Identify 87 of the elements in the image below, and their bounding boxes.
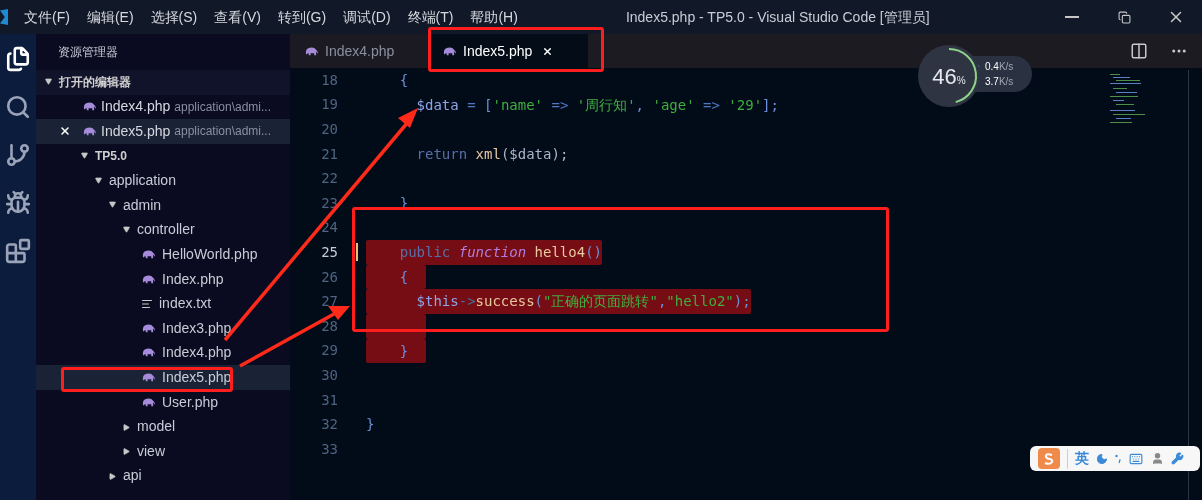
split-editor-icon[interactable] [1130, 42, 1148, 60]
elephant-icon [141, 248, 156, 260]
line-number: 26 [320, 267, 338, 287]
elephant-icon [141, 347, 156, 359]
git-icon[interactable] [5, 142, 31, 168]
line-number: 33 [320, 439, 338, 459]
elephant-icon [141, 371, 156, 383]
folder-item[interactable]: api [36, 463, 290, 489]
files-icon[interactable] [5, 46, 31, 72]
line-number: 19 [320, 95, 338, 115]
line-number: 20 [320, 120, 338, 139]
file-item[interactable]: index.txt [36, 291, 290, 316]
file-item[interactable]: Index.php [36, 266, 290, 292]
menu-item[interactable]: 查看(V) [214, 6, 261, 28]
folder-item[interactable]: TP5.0 [36, 143, 290, 169]
search-icon[interactable] [5, 94, 31, 120]
section-header[interactable]: 打开的编辑器 [36, 70, 290, 95]
file-name: Index4.php [101, 97, 171, 117]
app-logo [0, 8, 8, 26]
user-icon[interactable] [1151, 452, 1164, 465]
menu-item[interactable]: 终端(T) [407, 6, 454, 28]
menu-item[interactable]: 帮助(H) [470, 6, 518, 28]
file-item[interactable]: User.php [36, 389, 290, 415]
close-icon[interactable] [59, 125, 71, 138]
file-path: application\admi... [174, 98, 272, 116]
text-file-icon [141, 297, 153, 310]
selected-code: public function hello4() [366, 240, 603, 265]
open-editor-item[interactable]: Index5.php application\admi... [36, 119, 290, 144]
menu-item[interactable]: 调试(D) [343, 6, 391, 28]
elephant-icon [304, 45, 319, 57]
elephant-icon [82, 126, 97, 137]
upload-speed: 0.4 [985, 60, 999, 74]
punctuation-icon[interactable] [1115, 453, 1121, 464]
line-number: 31 [320, 390, 338, 410]
file-path: application\admi... [174, 123, 272, 141]
keyboard-icon[interactable] [1128, 451, 1144, 466]
window-title: Index5.php - TP5.0 - Visual Studio Code [管理员] [625, 7, 930, 27]
code-line: $data = ['name' => '周行知', 'age' => '29']; [415, 95, 779, 115]
elephant-icon [141, 273, 156, 285]
text-cursor [356, 243, 358, 262]
line-number: 18 [320, 70, 338, 90]
folder-item[interactable]: controller [36, 217, 290, 243]
download-speed: 3.7 [985, 75, 999, 89]
line-number: 22 [320, 169, 338, 189]
elephant-icon [141, 322, 156, 334]
speed-unit: K/s [998, 60, 1014, 74]
code-line: return xml($data); [415, 144, 569, 164]
elephant-icon [442, 45, 457, 57]
line-number: 25 [320, 242, 338, 262]
debug-icon[interactable] [5, 190, 31, 216]
usage-percent: 46 [932, 62, 957, 91]
minimize-icon [1065, 16, 1079, 18]
menu-item[interactable]: 选择(S) [150, 6, 198, 28]
elephant-icon [141, 396, 156, 408]
sidebar-title: 资源管理器 [58, 44, 118, 61]
file-item[interactable]: Index3.php [36, 315, 290, 341]
folder-item[interactable]: application [36, 168, 290, 193]
menu-item[interactable]: 编辑(E) [86, 6, 134, 28]
selected-code: } [366, 338, 426, 364]
line-number: 30 [320, 365, 338, 385]
folder-item[interactable]: model [36, 414, 290, 439]
selected-code: $this->success("正确的页面跳转","hello2"); [366, 289, 751, 314]
speed-unit: K/s [998, 75, 1014, 89]
file-item[interactable]: Index4.php [36, 340, 290, 366]
elephant-icon [82, 101, 97, 113]
folder-item[interactable]: view [36, 438, 290, 464]
restore-icon [1117, 10, 1131, 24]
extensions-icon[interactable] [5, 238, 31, 264]
percent-sign: % [956, 74, 966, 88]
menu-item[interactable]: 文件(F) [24, 6, 70, 28]
editor-tab[interactable]: Index5.php [428, 34, 588, 68]
line-number: 27 [320, 292, 338, 312]
line-number: 29 [320, 341, 338, 361]
open-editor-item[interactable]: Index4.php application\admi... [36, 94, 290, 120]
menu-item[interactable]: 转到(G) [277, 6, 327, 28]
line-number: 32 [320, 415, 338, 435]
line-number: 28 [320, 316, 338, 336]
selected-code: { [366, 264, 426, 290]
line-number: 21 [320, 144, 338, 164]
folder-item[interactable]: admin [36, 192, 290, 218]
file-name: Index5.php [101, 122, 171, 141]
code-line: } [366, 415, 375, 435]
file-item[interactable]: HelloWorld.php [36, 242, 290, 267]
close-icon[interactable] [542, 45, 554, 57]
wrench-icon[interactable] [1171, 452, 1184, 465]
moon-icon[interactable] [1096, 452, 1108, 465]
code-line: { [398, 71, 409, 90]
